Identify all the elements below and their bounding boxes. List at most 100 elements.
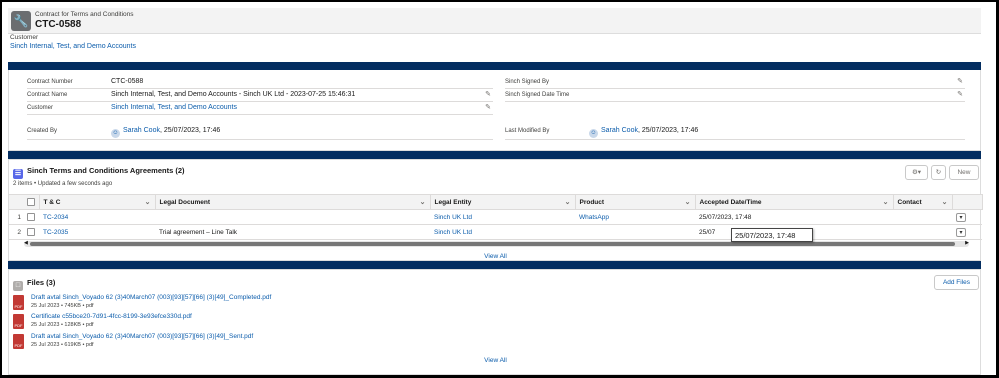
chevron-down-icon[interactable]: ⌄ [883, 198, 889, 206]
field-customer: Customer Sinch Internal, Test, and Demo … [27, 103, 493, 115]
select-all-checkbox[interactable] [27, 198, 35, 206]
file-name-link[interactable]: Certificate c55bce20-7d91-4fcc-8199-3e93… [31, 313, 192, 320]
field-modified-by: Last Modified By ☺ Sarah Cook, 25/07/2023… [505, 126, 965, 140]
refresh-icon[interactable]: ↻ [931, 165, 946, 180]
files-title: □ Files (3) [13, 278, 55, 291]
column-label: Contact [897, 198, 922, 206]
column-header-legal-entity[interactable]: Legal Entity ⌄ [430, 194, 576, 210]
field-signed-by: Sinch Signed By ✎ [505, 77, 965, 89]
files-related-list: □ Files (3) Add Files PDF Draft avtal Sin… [8, 269, 981, 375]
created-by-user-link[interactable]: Sarah Cook [123, 127, 160, 134]
column-header-contact[interactable]: Contact ⌄ [893, 194, 953, 210]
new-button[interactable]: New [949, 165, 979, 180]
chevron-down-icon[interactable]: ⌄ [685, 198, 691, 206]
chevron-down-icon[interactable]: ▾ [956, 227, 966, 237]
pdf-icon-label: PDF [14, 304, 23, 309]
field-value: ☺ Sarah Cook, 25/07/2023, 17:46 [111, 127, 220, 138]
modified-by-user-link[interactable]: Sarah Cook [601, 127, 638, 134]
field-label: Contract Number [27, 79, 73, 85]
section-divider [8, 62, 981, 70]
wrench-icon: 🔧 [11, 11, 31, 31]
agreements-view-all-link[interactable]: View All [9, 253, 982, 260]
scroll-left-icon[interactable]: ◀ [24, 240, 28, 246]
column-label: Accepted Date/Time [699, 198, 762, 206]
add-files-button[interactable]: Add Files [934, 275, 979, 290]
column-header-accepted[interactable]: Accepted Date/Time ⌄ [695, 194, 894, 210]
header-bar: 🔧 Contract for Terms and Conditions CTC-… [8, 8, 981, 34]
file-name-link[interactable]: Draft avtal Sinch_Voyado 62 (3)40March07… [31, 333, 253, 340]
scrollbar-thumb[interactable] [30, 242, 955, 246]
select-all-header [23, 194, 40, 210]
file-item[interactable]: PDF Draft avtal Sinch_Voyado 62 (3)40Mar… [13, 294, 413, 314]
file-item[interactable]: PDF Draft avtal Sinch_Voyado 62 (3)40Mar… [13, 333, 413, 353]
row-checkbox[interactable] [27, 228, 35, 236]
agreements-title-text: Sinch Terms and Conditions Agreements (2… [27, 166, 185, 175]
product-cell: WhatsApp [575, 209, 695, 225]
legal-entity-link[interactable]: Sinch UK Ltd [434, 214, 472, 221]
tc-link[interactable]: TC-2035 [43, 229, 68, 236]
product-link[interactable]: WhatsApp [579, 214, 609, 221]
contact-cell [893, 224, 952, 240]
row-number-header [9, 194, 23, 210]
field-value: Sinch Internal, Test, and Demo Accounts … [111, 91, 356, 98]
agreements-table: T & C ⌄ Legal Document ⌄ Legal Entity ⌄ Pro… [9, 194, 983, 240]
column-label: T & C [43, 198, 61, 206]
customer-link[interactable]: Sinch Internal, Test, and Demo Accounts [10, 43, 136, 50]
pdf-icon: PDF [13, 334, 24, 349]
date-tooltip: 25/07/2023, 17:48 [731, 228, 813, 242]
pencil-icon[interactable]: ✎ [485, 90, 491, 98]
horizontal-scrollbar[interactable]: ◀ ▶ [24, 240, 969, 247]
file-icon: □ [13, 281, 23, 291]
column-header-legal-document[interactable]: Legal Document ⌄ [155, 194, 431, 210]
created-by-date: , 25/07/2023, 17:46 [159, 127, 221, 134]
row-action-cell: ▾ [952, 224, 982, 240]
chevron-down-icon[interactable]: ⌄ [145, 198, 151, 206]
column-header-product[interactable]: Product ⌄ [575, 194, 696, 210]
table-header-row: T & C ⌄ Legal Document ⌄ Legal Entity ⌄ Pro… [9, 194, 983, 210]
chevron-down-icon[interactable]: ⌄ [942, 198, 948, 206]
table-row: 2 TC-2035 Trial agreement – Line Talk Si… [9, 224, 982, 240]
pdf-icon: PDF [13, 295, 24, 310]
row-action-cell: ▾ [952, 209, 982, 225]
files-view-all-link[interactable]: View All [9, 357, 982, 364]
tc-cell: TC-2035 [39, 224, 155, 240]
row-checkbox[interactable] [27, 213, 35, 221]
column-header-tc[interactable]: T & C ⌄ [39, 194, 156, 210]
field-label: Customer [27, 105, 54, 111]
pencil-icon[interactable]: ✎ [957, 90, 963, 98]
pencil-icon[interactable]: ✎ [957, 77, 963, 85]
section-divider [8, 261, 981, 269]
scroll-right-icon[interactable]: ▶ [965, 240, 969, 246]
modified-by-date: , 25/07/2023, 17:46 [637, 127, 699, 134]
record-header: 🔧 Contract for Terms and Conditions CTC-… [8, 2, 981, 58]
field-label: Last Modified By [505, 128, 550, 134]
row-number: 1 [9, 209, 23, 225]
gear-icon[interactable]: ⚙▾ [905, 165, 928, 180]
pdf-icon: PDF [13, 314, 24, 329]
tc-cell: TC-2034 [39, 209, 155, 225]
legal-entity-link[interactable]: Sinch UK Ltd [434, 229, 472, 236]
customer-label: Customer [10, 34, 39, 41]
list-icon: ☰ [13, 169, 23, 179]
agreements-related-list: ☰ Sinch Terms and Conditions Agreements (… [8, 159, 983, 261]
field-value: CTC-0588 [111, 78, 144, 85]
column-label: Legal Entity [434, 198, 472, 206]
contact-cell [893, 209, 952, 225]
legal-document-cell: Trial agreement – Line Talk [155, 224, 430, 240]
chevron-down-icon[interactable]: ▾ [956, 212, 966, 222]
avatar: ☺ [589, 129, 598, 138]
record-page: 🔧 Contract for Terms and Conditions CTC-… [2, 2, 996, 375]
pencil-icon[interactable]: ✎ [485, 103, 491, 111]
file-meta: 25 Jul 2023 • 745KB • pdf [31, 303, 94, 309]
chevron-down-icon[interactable]: ⌄ [565, 198, 571, 206]
file-name-link[interactable]: Draft avtal Sinch_Voyado 62 (3)40March07… [31, 294, 271, 301]
customer-field-link[interactable]: Sinch Internal, Test, and Demo Accounts [111, 104, 237, 111]
agreements-subtitle: 2 items • Updated a few seconds ago [13, 181, 113, 187]
legal-entity-cell: Sinch UK Ltd [430, 224, 575, 240]
files-title-text: Files (3) [27, 278, 56, 287]
chevron-down-icon[interactable]: ⌄ [420, 198, 426, 206]
field-label: Contract Name [27, 92, 68, 98]
tc-link[interactable]: TC-2034 [43, 214, 68, 221]
field-contract-number: Contract Number CTC-0588 [27, 77, 493, 89]
file-item[interactable]: PDF Certificate c55bce20-7d91-4fcc-8199-… [13, 313, 413, 333]
